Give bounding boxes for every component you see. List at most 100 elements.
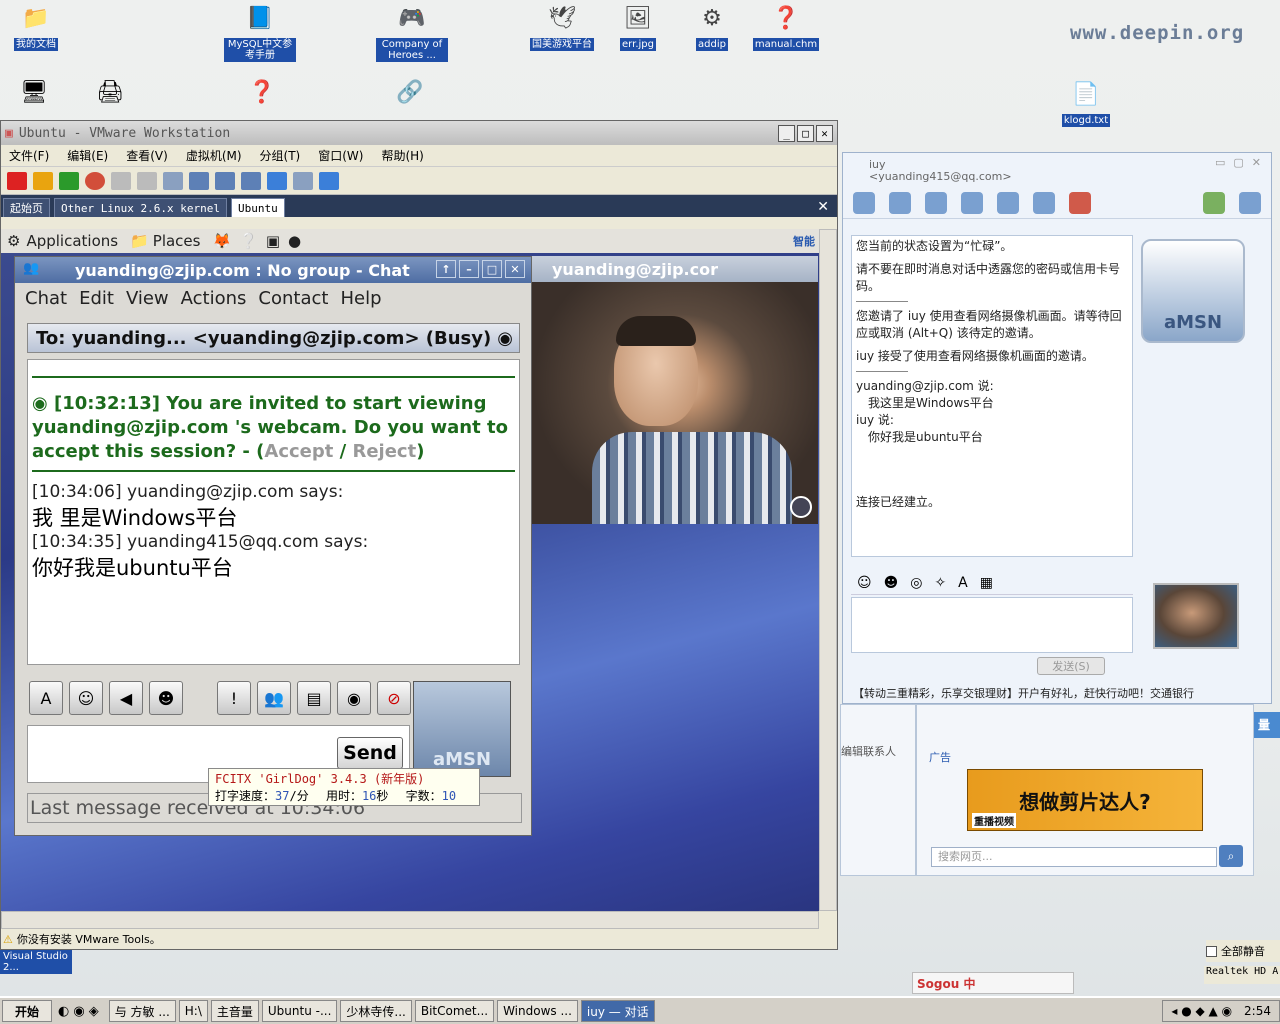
pause-icon[interactable]	[33, 171, 53, 190]
reset-icon[interactable]	[85, 171, 105, 190]
menu-chat[interactable]: Chat	[25, 288, 67, 309]
desktop-icon-documents[interactable]: 📁 我的文档	[0, 4, 72, 51]
snapshot-icon[interactable]	[111, 171, 131, 190]
block-icon[interactable]: ⊘	[377, 681, 411, 715]
font-icon[interactable]: A	[958, 575, 968, 591]
close-button[interactable]: ✕	[1252, 157, 1261, 169]
menu-vm[interactable]: 虚拟机(M)	[186, 147, 242, 164]
amsn-send-button[interactable]: 发送(S)	[1037, 657, 1105, 675]
terminal-icon[interactable]: ▣	[266, 232, 280, 250]
nudge-icon[interactable]: ✧	[934, 575, 946, 591]
chat-minimize-button[interactable]: –	[459, 260, 479, 278]
task-bitcomet[interactable]: BitComet...	[414, 1000, 495, 1022]
side-tab[interactable]: 量	[1254, 712, 1280, 738]
desktop-icon-addip[interactable]: ⚙ addip	[676, 4, 748, 51]
menu-view[interactable]: 查看(V)	[126, 147, 168, 164]
shortcut-icon[interactable]: 🔗	[396, 80, 430, 110]
desktop-icon-vs[interactable]: Visual Studio 2...	[0, 950, 72, 974]
play-icon[interactable]	[59, 171, 79, 190]
vertical-scrollbar[interactable]	[819, 229, 837, 911]
start-button[interactable]: 开始	[2, 1000, 52, 1022]
games-icon[interactable]	[997, 191, 1019, 214]
vmware-titlebar[interactable]: ▣ Ubuntu - VMware Workstation _ □ ✕	[1, 121, 837, 145]
chat-up-button[interactable]: ↑	[436, 260, 456, 278]
chat-titlebar[interactable]: 👥 yuanding@zjip.com : No group - Chat ↑ …	[15, 257, 531, 283]
task-h-drive[interactable]: H:\	[178, 1000, 208, 1022]
menu-actions[interactable]: Actions	[181, 288, 247, 309]
theme-icon[interactable]	[1203, 191, 1225, 214]
ad-banner[interactable]: 想做剪片达人? 重播视频	[967, 769, 1203, 831]
search-icon[interactable]: ⌕	[1219, 845, 1243, 867]
program-icon[interactable]: 🖨	[96, 80, 130, 110]
accept-link[interactable]: Accept	[264, 441, 333, 462]
desktop-icon-mysql[interactable]: 📘 MySQL中文参考手册	[224, 4, 296, 62]
call-icon[interactable]	[961, 191, 983, 214]
menu-edit[interactable]: 编辑(E)	[67, 147, 108, 164]
block-icon[interactable]	[1033, 191, 1055, 214]
menu-help[interactable]: 帮助(H)	[381, 147, 423, 164]
tab-home[interactable]: 起始页	[3, 198, 50, 217]
desktop-icon-err[interactable]: 🖼 err.jpg	[602, 4, 674, 51]
wink-icon[interactable]: ☻	[884, 575, 899, 591]
minimize-button[interactable]: _	[778, 124, 795, 142]
nudge-icon[interactable]: !	[217, 681, 251, 715]
maximize-button[interactable]: ▢	[1233, 157, 1243, 169]
amsn-input[interactable]	[851, 597, 1133, 653]
input-indicator[interactable]: 智能	[793, 233, 815, 249]
media-icon[interactable]: ◈	[89, 1004, 99, 1019]
smiley-icon[interactable]: ☺	[69, 681, 103, 715]
desktop-icon-coh[interactable]: 🎮 Company of Heroes ...	[376, 4, 448, 62]
task-fangmin[interactable]: 与 方敏 ...	[108, 1000, 176, 1022]
maximize-button[interactable]: □	[797, 124, 814, 142]
desktop-icon-klogd[interactable]: 📄 klogd.txt	[1050, 80, 1122, 127]
manage-snapshot-icon[interactable]	[163, 171, 183, 190]
task-volume[interactable]: 主音量	[210, 1000, 259, 1022]
help-icon[interactable]: ❔	[239, 232, 258, 250]
amsn-titlebar[interactable]: iuy <yuanding415@qq.com> ▭ ▢ ✕	[843, 153, 1271, 187]
firefox-icon[interactable]: 🦊	[212, 232, 231, 250]
remove-icon[interactable]	[1069, 191, 1091, 214]
task-windows[interactable]: Windows ...	[497, 1000, 578, 1022]
edit-contact-link[interactable]: 编辑联系人	[841, 743, 915, 759]
console-icon[interactable]	[267, 171, 287, 190]
menu-team[interactable]: 分组(T)	[260, 147, 301, 164]
reject-link[interactable]: Reject	[352, 441, 416, 462]
menu-file[interactable]: 文件(F)	[9, 147, 49, 164]
task-shaolin[interactable]: 少林寺传...	[340, 1000, 412, 1022]
desktop-icon-gome-games[interactable]: 🕊 国美游戏平台	[526, 4, 598, 51]
webcam-icon[interactable]: ◉	[497, 328, 513, 349]
webcam-icon[interactable]	[925, 191, 947, 214]
voice-clip-icon[interactable]: ◀	[109, 681, 143, 715]
ie-icon[interactable]: ◉	[73, 1004, 84, 1019]
stop-icon[interactable]	[7, 171, 27, 190]
mute-all[interactable]: 全部静音	[1206, 940, 1280, 962]
voice-icon[interactable]: ◎	[910, 575, 922, 591]
quickswitch-icon[interactable]	[215, 171, 235, 190]
menu-icon[interactable]	[1239, 191, 1261, 214]
invite-icon[interactable]: 👥	[257, 681, 291, 715]
summary-icon[interactable]	[241, 171, 261, 190]
quicklaunch-icon[interactable]: ◐	[58, 1004, 69, 1019]
help-icon[interactable]: ❓	[248, 80, 282, 110]
chat-close-button[interactable]: ✕	[505, 260, 525, 278]
tab-other-linux[interactable]: Other Linux 2.6.x kernel	[54, 198, 227, 217]
task-iuy-chat[interactable]: iuy — 对话	[580, 1000, 655, 1022]
fullscreen-icon[interactable]	[189, 171, 209, 190]
font-icon[interactable]: A	[29, 681, 63, 715]
applications-menu[interactable]: Applications	[26, 232, 118, 250]
webcam-icon[interactable]: ◉	[337, 681, 371, 715]
mute-checkbox[interactable]	[1206, 945, 1217, 957]
wink-icon[interactable]: ☻	[149, 681, 183, 715]
settings-icon[interactable]	[319, 171, 339, 190]
web-search-input[interactable]: 搜索网页...	[931, 847, 1217, 867]
tray-icons[interactable]: ◂ ● ◆ ▲ ◉	[1171, 1004, 1232, 1018]
send-button[interactable]: Send	[337, 737, 403, 769]
background-icon[interactable]: ▦	[980, 575, 993, 591]
revert-icon[interactable]	[137, 171, 157, 190]
menu-edit[interactable]: Edit	[79, 288, 114, 309]
sogou-ime-bar[interactable]: Sogou 中	[912, 972, 1074, 994]
send-file-icon[interactable]	[889, 191, 911, 214]
appliance-icon[interactable]	[293, 171, 313, 190]
menu-view[interactable]: View	[126, 288, 169, 309]
chat-maximize-button[interactable]: □	[482, 260, 502, 278]
